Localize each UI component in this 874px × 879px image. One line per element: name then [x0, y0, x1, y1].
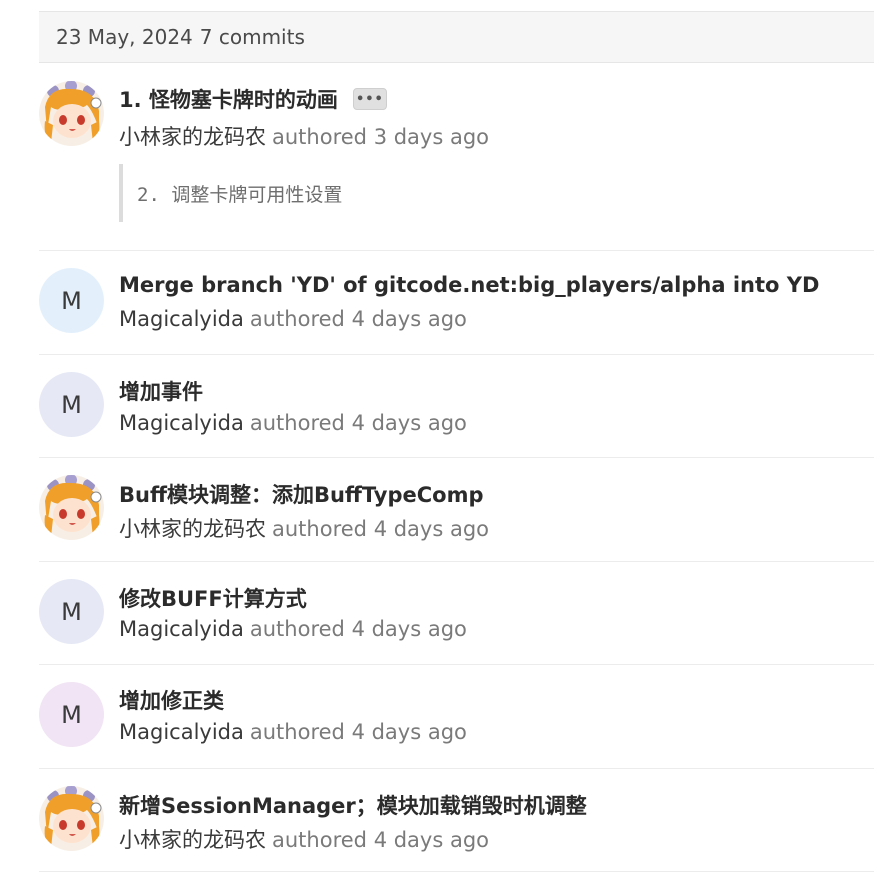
- avatar[interactable]: M: [39, 268, 104, 333]
- avatar[interactable]: M: [39, 372, 104, 437]
- authored-label: authored: [249, 720, 345, 744]
- day-date: 23 May, 2024: [56, 25, 193, 49]
- commit-title-link[interactable]: Buff模块调整：添加BuffTypeComp: [119, 479, 484, 509]
- authored-label: authored: [272, 828, 367, 852]
- commit-time: 4 days ago: [351, 720, 467, 744]
- anime-avatar-icon: [39, 81, 104, 146]
- commit-time: 3 days ago: [373, 125, 490, 149]
- commit-row: Buff模块调整：添加BuffTypeComp 小林家的龙码农 authored …: [39, 458, 874, 562]
- authored-label: authored: [249, 307, 345, 331]
- commit-row: 新增SessionManager；模块加载销毁时机调整 小林家的龙码农 autho…: [39, 769, 874, 872]
- commit-time: 4 days ago: [373, 828, 490, 852]
- commit-author-link[interactable]: 小林家的龙码农: [119, 125, 266, 149]
- commit-author-link[interactable]: Magicalyida: [119, 617, 244, 641]
- commit-time: 4 days ago: [373, 517, 490, 541]
- day-group-header: 23 May, 2024 7 commits: [39, 11, 874, 63]
- day-commit-count: 7 commits: [199, 25, 305, 49]
- commit-description-text: 2. 调整卡牌可用性设置: [137, 183, 343, 206]
- expand-description-button[interactable]: •••: [352, 88, 387, 110]
- avatar[interactable]: M: [39, 579, 104, 644]
- avatar-letter: M: [61, 286, 82, 315]
- commit-description: 2. 调整卡牌可用性设置: [119, 164, 342, 222]
- avatar[interactable]: [39, 786, 104, 851]
- commit-time: 4 days ago: [351, 411, 467, 435]
- avatar-letter: M: [61, 390, 82, 419]
- commit-author-link[interactable]: Magicalyida: [119, 307, 244, 331]
- commit-time: 4 days ago: [351, 307, 467, 331]
- commit-title-link[interactable]: 新增SessionManager；模块加载销毁时机调整: [119, 790, 587, 820]
- authored-label: authored: [249, 411, 345, 435]
- commit-title-link[interactable]: 修改BUFF计算方式: [119, 583, 307, 613]
- avatar[interactable]: [39, 475, 104, 540]
- avatar[interactable]: M: [39, 682, 104, 747]
- commit-title-link[interactable]: 增加事件: [119, 376, 203, 406]
- commit-author-link[interactable]: Magicalyida: [119, 720, 244, 744]
- commit-row: M 增加修正类 Magicalyida authored 4 days ago: [39, 665, 874, 769]
- commit-row: M 修改BUFF计算方式 Magicalyida authored 4 days …: [39, 562, 874, 665]
- authored-label: authored: [249, 617, 345, 641]
- avatar[interactable]: [39, 81, 104, 146]
- commit-list: 23 May, 2024 7 commits 1. 怪物塞卡牌时的动画 ••• …: [39, 11, 874, 872]
- commit-author-link[interactable]: 小林家的龙码农: [119, 828, 266, 852]
- commit-author-link[interactable]: Magicalyida: [119, 411, 244, 435]
- avatar-letter: M: [61, 597, 82, 626]
- anime-avatar-icon: [39, 786, 104, 851]
- authored-label: authored: [272, 517, 367, 541]
- authored-label: authored: [272, 125, 367, 149]
- avatar-letter: M: [61, 700, 82, 729]
- commit-row: 1. 怪物塞卡牌时的动画 ••• 小林家的龙码农 authored 3 days …: [39, 63, 874, 251]
- anime-avatar-icon: [39, 475, 104, 540]
- commit-row: M Merge branch 'YD' of gitcode.net:big_p…: [39, 251, 874, 355]
- commit-time: 4 days ago: [351, 617, 467, 641]
- commit-title-link[interactable]: Merge branch 'YD' of gitcode.net:big_pla…: [119, 273, 819, 297]
- commit-title-link[interactable]: 1. 怪物塞卡牌时的动画: [119, 84, 338, 114]
- commit-row: M 增加事件 Magicalyida authored 4 days ago: [39, 355, 874, 458]
- commit-title-link[interactable]: 增加修正类: [119, 685, 224, 715]
- commit-author-link[interactable]: 小林家的龙码农: [119, 517, 266, 541]
